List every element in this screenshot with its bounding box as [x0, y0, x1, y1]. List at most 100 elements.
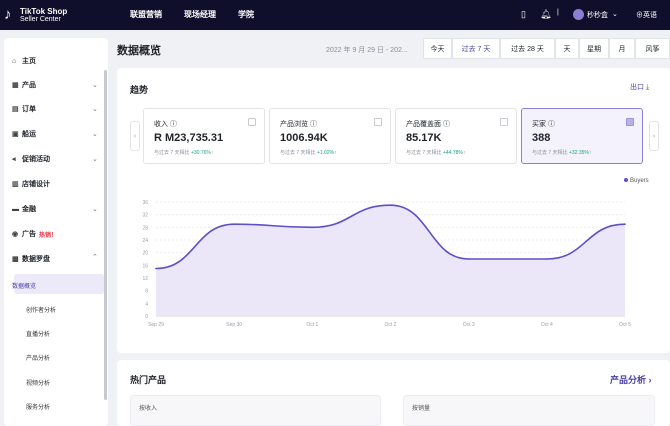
sidebar-item-store-design[interactable]: ▥ 店铺设计: [12, 177, 50, 191]
arrow-up-icon: ↑: [588, 150, 592, 156]
sidebar-item-orders[interactable]: ▤ 订单: [12, 102, 36, 116]
metric-value: 1006.94K: [280, 132, 328, 144]
phone-icon[interactable]: ▯: [521, 9, 526, 20]
tiktok-logo[interactable]: ♪ TikTok Shop Seller Center: [4, 4, 74, 26]
range-today[interactable]: 今天: [423, 38, 452, 59]
info-icon: ⓘ: [547, 121, 555, 128]
chart-legend[interactable]: Buyers: [624, 178, 649, 184]
y-tick-label: 8: [145, 289, 148, 295]
page-title: 数据概览: [117, 45, 161, 57]
help-icon[interactable]: |: [557, 9, 559, 16]
chevron-down-icon[interactable]: ⌄: [92, 130, 98, 138]
by-sales-panel: 按销量: [403, 395, 655, 426]
range-day[interactable]: 天: [555, 38, 579, 59]
metric-card-revenue[interactable]: 收入 ⓘ R M23,735.31 与过去 7 天相比 +30.76%↑: [143, 108, 265, 164]
home-icon: ⌂: [12, 57, 17, 65]
y-tick-label: 32: [142, 213, 148, 219]
brand-line2: Seller Center: [20, 16, 61, 23]
chevron-up-icon[interactable]: ⌃: [92, 253, 98, 261]
sidebar-item-products[interactable]: ▦ 产品: [12, 78, 36, 92]
metric-label-text: 买家: [532, 121, 546, 128]
buyers-area-chart: 0 4 8 12 16 20 24 28 32 36 Sep 29 Sep 30 Oct 1 Oct 2 O…: [142, 200, 631, 328]
chevron-left-icon: ‹: [133, 132, 137, 140]
x-tick-label: Oct 3: [463, 322, 475, 328]
sidebar-item-finance[interactable]: ▬ 金融: [12, 202, 36, 216]
chevron-down-icon[interactable]: ⌄: [92, 105, 98, 113]
compass-icon: ▩: [12, 256, 19, 263]
product-analysis-label: 产品分析: [610, 375, 647, 385]
prev-arrow-button[interactable]: ‹: [130, 121, 140, 151]
sidebar-item-label: 促销活动: [22, 156, 50, 163]
range-custom[interactable]: 风筝: [635, 38, 670, 59]
range-month[interactable]: 月: [609, 38, 635, 59]
nav-affiliate[interactable]: 联盟营销: [130, 9, 162, 20]
sidebar-sub-creator[interactable]: 创作者分析: [26, 305, 56, 314]
chevron-down-icon[interactable]: ⌄: [92, 205, 98, 213]
y-tick-label: 24: [142, 238, 148, 244]
sidebar-item-label: 订单: [22, 106, 36, 113]
range-week[interactable]: 星期: [579, 38, 609, 59]
range-7-days[interactable]: 过去 7 天: [452, 38, 500, 59]
tiktok-note-icon: ♪: [4, 6, 12, 23]
export-button[interactable]: 出口 ⤓: [630, 82, 649, 92]
metric-checkbox[interactable]: [500, 118, 508, 126]
brand-line1: TikTok Shop: [20, 7, 68, 16]
data-point: [624, 223, 626, 225]
bell-icon[interactable]: 🔔︎: [540, 9, 551, 20]
arrow-up-icon: ↑: [210, 150, 214, 156]
chevron-down-icon[interactable]: ⌄: [92, 155, 98, 163]
data-point: [389, 204, 392, 206]
legend-dot: [624, 178, 628, 183]
sidebar-item-shipping[interactable]: ▣ 船运: [12, 127, 36, 141]
sidebar-sub-service[interactable]: 服务分析: [26, 402, 50, 411]
date-range[interactable]: 2022 年 9 月 29 日 - 202...: [326, 45, 408, 55]
metric-checkbox[interactable]: [248, 118, 256, 126]
sidebar-item-label: 主页: [22, 58, 36, 65]
nav-live-manager[interactable]: 现场经理: [184, 9, 216, 20]
sidebar-sub-product[interactable]: 产品分析: [26, 353, 50, 362]
avatar[interactable]: [573, 9, 584, 20]
chevron-down-icon[interactable]: ⌄: [612, 10, 618, 18]
product-icon: ▦: [12, 82, 19, 89]
sidebar-sub-live[interactable]: 直播分析: [26, 329, 50, 338]
sidebar-item-ads[interactable]: ◉ 广告 热销！: [12, 227, 57, 241]
metric-value: 388: [532, 132, 551, 144]
sidebar-item-label: 金融: [22, 206, 36, 213]
compare-text: 与过去 7 天相比: [280, 150, 316, 156]
order-icon: ▤: [12, 106, 19, 113]
metric-card-views[interactable]: 产品浏览 ⓘ 1006.94K 与过去 7 天相比 +1.02%↑: [269, 108, 391, 164]
product-analysis-link[interactable]: 产品分析 ›: [610, 373, 652, 386]
metric-label-text: 产品浏览: [280, 121, 308, 128]
data-point: [155, 267, 157, 270]
metric-checkbox[interactable]: [626, 118, 634, 126]
sidebar-item-home[interactable]: ⌂ 主页: [12, 54, 36, 68]
change-value: +44.78%: [442, 150, 463, 156]
chevron-down-icon[interactable]: ⌄: [92, 81, 98, 89]
compare-text: 与过去 7 天相比: [406, 150, 442, 156]
metric-card-reach[interactable]: 产品覆盖面 ⓘ 85.17K 与过去 7 天相比 +44.78%↑: [395, 108, 517, 164]
metric-checkbox[interactable]: [374, 118, 382, 126]
sidebar-sub-overview[interactable]: 数据概览: [12, 281, 36, 290]
username[interactable]: 秒秒盒: [587, 10, 608, 20]
metric-value: 85.17K: [406, 132, 442, 144]
y-tick-label: 28: [142, 225, 148, 231]
sidebar-item-promotions[interactable]: ◂ 促销活动: [12, 152, 50, 166]
sidebar-item-data-compass[interactable]: ▩ 数据罗盘: [12, 252, 50, 266]
megaphone-icon: ◂: [12, 156, 16, 163]
metric-compare: 与过去 7 天相比 +32.35%↑: [532, 149, 591, 156]
next-arrow-button[interactable]: ›: [649, 121, 659, 151]
data-point: [546, 258, 548, 260]
language-switch[interactable]: ⊕英语: [636, 10, 657, 20]
x-tick-label: Oct 5: [619, 322, 631, 328]
data-point: [311, 226, 314, 229]
x-tick-label: Oct 1: [306, 322, 318, 328]
y-tick-label: 20: [142, 251, 148, 257]
metric-label: 产品覆盖面 ⓘ: [406, 119, 450, 129]
metric-card-buyers[interactable]: 买家 ⓘ 388 与过去 7 天相比 +32.35%↑: [521, 108, 643, 164]
range-28-days[interactable]: 过去 28 天: [500, 38, 555, 59]
arrow-up-icon: ↑: [334, 150, 337, 156]
download-icon: ⤓: [645, 84, 650, 91]
sidebar-sub-video[interactable]: 视频分析: [26, 378, 50, 387]
sidebar-scrollbar[interactable]: [104, 70, 107, 400]
nav-academy[interactable]: 学院: [238, 9, 254, 20]
